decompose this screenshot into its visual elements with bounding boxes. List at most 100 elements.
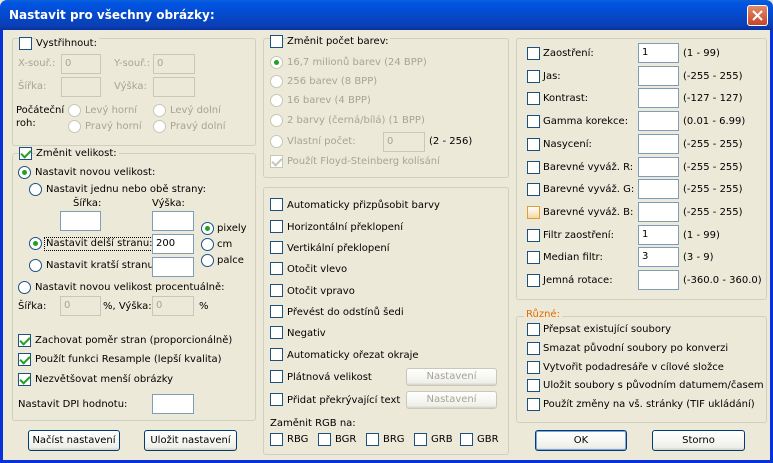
adjust-checkbox-4[interactable] xyxy=(527,137,540,151)
percent-width-input[interactable]: 0 xyxy=(60,296,101,316)
crop-height-input[interactable] xyxy=(153,77,195,97)
percent-radio[interactable] xyxy=(18,281,31,294)
percent-height-input[interactable]: 0 xyxy=(152,296,194,316)
canvas-settings-button[interactable]: Nastavení xyxy=(406,368,497,386)
corner-top-left-radio[interactable] xyxy=(68,104,81,117)
longer-side-input[interactable]: 200 xyxy=(152,234,194,254)
adjust-checkbox-8[interactable] xyxy=(527,228,540,242)
misc-checkbox-4[interactable] xyxy=(527,398,540,412)
dpi-input[interactable] xyxy=(152,394,194,414)
close-button[interactable] xyxy=(747,5,768,26)
adjust-input-0[interactable]: 1 xyxy=(638,43,679,63)
adjust-checkbox-0[interactable] xyxy=(527,47,540,60)
adjust-input-7[interactable] xyxy=(638,201,679,222)
ok-button[interactable]: OK xyxy=(535,430,627,451)
adjust-range-10: (-360.0 - 360.0) xyxy=(683,275,762,286)
auto-colors-checkbox[interactable] xyxy=(270,198,283,211)
colors-1bpp-radio[interactable] xyxy=(270,114,283,127)
grayscale-checkbox[interactable] xyxy=(270,305,283,318)
size-width-input[interactable] xyxy=(60,211,101,231)
adjust-label-4: Nasycení: xyxy=(543,138,592,150)
unit-inches-radio[interactable] xyxy=(201,254,214,267)
misc-checkbox-1[interactable] xyxy=(527,341,540,355)
adjust-label-0: Zaostření: xyxy=(543,48,594,59)
y-coord-label: Y-souř.: xyxy=(114,58,150,69)
shorter-side-radio[interactable] xyxy=(29,259,42,272)
adjust-checkbox-9[interactable] xyxy=(527,251,540,265)
adjust-input-3[interactable] xyxy=(638,111,679,132)
hflip-checkbox[interactable] xyxy=(270,220,283,233)
negative-checkbox[interactable] xyxy=(270,326,283,339)
adjust-checkbox-5[interactable] xyxy=(527,160,540,174)
colors-custom-radio[interactable] xyxy=(270,135,283,148)
corner-bottom-left-label: Levý dolní xyxy=(170,105,221,116)
rgb-gbr-checkbox[interactable] xyxy=(460,433,473,446)
adjust-checkbox-6[interactable] xyxy=(527,183,540,197)
adjust-checkbox-10[interactable] xyxy=(527,274,540,287)
cancel-button[interactable]: Storno xyxy=(652,430,745,451)
misc-checkbox-0[interactable] xyxy=(527,323,540,336)
resize-checkbox[interactable] xyxy=(19,147,32,160)
corner-bottom-right-radio[interactable] xyxy=(153,120,166,133)
adjust-checkbox-1[interactable] xyxy=(527,69,540,83)
rgb-bgr-checkbox[interactable] xyxy=(318,433,331,446)
colors-checkbox[interactable] xyxy=(270,35,283,48)
vflip-checkbox[interactable] xyxy=(270,241,283,254)
misc-checkbox-3[interactable] xyxy=(527,379,540,393)
adjust-input-5[interactable] xyxy=(638,156,679,177)
corner-top-right-radio[interactable] xyxy=(68,120,81,133)
autocrop-checkbox[interactable] xyxy=(270,348,283,361)
y-coord-input[interactable]: 0 xyxy=(153,54,195,74)
shorter-side-input[interactable] xyxy=(152,257,194,277)
resample-checkbox[interactable] xyxy=(18,353,31,366)
save-settings-button[interactable]: Uložit nastavení xyxy=(144,430,237,451)
size-height-input[interactable] xyxy=(152,211,194,231)
longer-side-radio[interactable] xyxy=(29,237,42,250)
misc-label: Různé: xyxy=(524,309,562,321)
unit-cm-radio[interactable] xyxy=(201,238,214,251)
colors-24bpp-radio[interactable] xyxy=(270,56,283,69)
resize-label: Změnit velikost: xyxy=(36,148,119,160)
adjust-input-1[interactable] xyxy=(638,65,679,86)
adjust-checkbox-3[interactable] xyxy=(527,115,540,129)
load-settings-button[interactable]: Načíst nastavení xyxy=(28,430,120,451)
corner-top-right-label: Pravý horní xyxy=(85,121,142,132)
adjust-range-9: (3 - 9) xyxy=(683,252,714,264)
misc-label-4: Použít změny na vš. stránky (TIF ukládán… xyxy=(543,399,755,411)
adjust-checkbox-7[interactable] xyxy=(527,205,540,219)
adjust-input-4[interactable] xyxy=(638,133,679,154)
colors-4bpp-radio[interactable] xyxy=(270,94,283,107)
adjust-input-10[interactable] xyxy=(638,270,679,290)
keep-ratio-checkbox[interactable] xyxy=(18,334,31,347)
corner-top-left-label: Levý horní xyxy=(85,105,138,116)
canvas-size-checkbox[interactable] xyxy=(270,370,283,383)
colors-custom-input[interactable]: 0 xyxy=(383,132,425,152)
rgb-rbg-checkbox[interactable] xyxy=(270,433,283,446)
colors-8bpp-radio[interactable] xyxy=(270,75,283,88)
adjust-input-8[interactable]: 1 xyxy=(638,224,679,245)
x-coord-input[interactable]: 0 xyxy=(61,54,101,74)
crop-width-input[interactable] xyxy=(61,77,101,97)
adjust-input-2[interactable] xyxy=(638,88,679,109)
rgb-grb-checkbox[interactable] xyxy=(414,433,427,446)
overlay-text-checkbox[interactable] xyxy=(270,393,283,406)
crop-checkbox[interactable] xyxy=(19,37,32,50)
one-or-both-radio[interactable] xyxy=(29,183,42,196)
colors-custom-range: (2 - 256) xyxy=(429,136,473,147)
rgb-brg-checkbox[interactable] xyxy=(366,433,379,446)
overlay-settings-button[interactable]: Nastavení xyxy=(406,391,497,409)
adjust-input-9[interactable]: 3 xyxy=(638,247,679,268)
misc-checkbox-2[interactable] xyxy=(527,360,540,374)
enlarge-checkbox[interactable] xyxy=(18,373,31,386)
rgb-gbr-label: GBR xyxy=(477,434,499,445)
rotate-right-checkbox[interactable] xyxy=(270,284,283,297)
floyd-checkbox[interactable] xyxy=(270,155,283,168)
unit-pixels-radio[interactable] xyxy=(201,222,214,235)
adjust-checkbox-2[interactable] xyxy=(527,92,540,106)
close-icon xyxy=(752,10,763,21)
new-size-radio[interactable] xyxy=(18,166,31,179)
corner-bottom-left-radio[interactable] xyxy=(153,104,166,117)
adjust-input-6[interactable] xyxy=(638,179,679,200)
rotate-left-checkbox[interactable] xyxy=(270,262,283,275)
keep-ratio-label: Zachovat poměr stran (proporcionálně) xyxy=(35,335,233,346)
